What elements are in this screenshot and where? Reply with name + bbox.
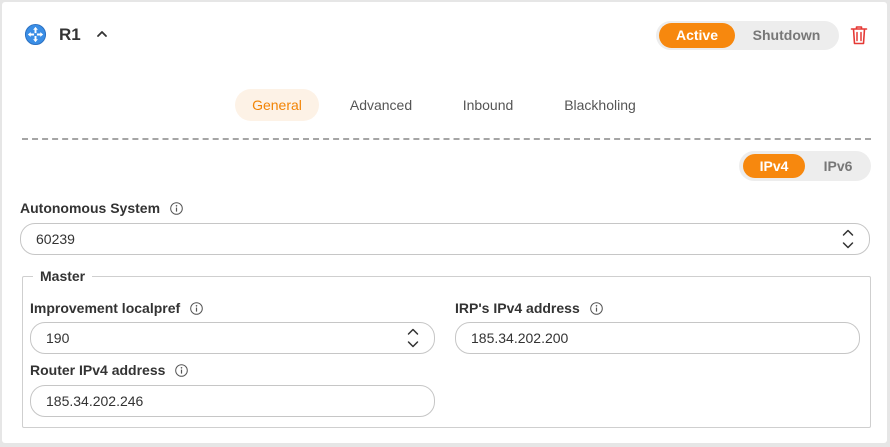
router-ipv4-label: Router IPv4 address bbox=[30, 361, 189, 379]
info-icon[interactable] bbox=[589, 302, 603, 315]
irp-ipv4-label: IRP's IPv4 address bbox=[455, 299, 603, 317]
trash-icon[interactable] bbox=[850, 25, 868, 45]
router-ipv4-field[interactable] bbox=[30, 385, 435, 417]
router-ipv4-input[interactable] bbox=[46, 387, 357, 415]
info-icon[interactable] bbox=[190, 302, 203, 315]
ip-version-toggle: IPv4 IPv6 bbox=[739, 151, 871, 181]
improvement-localpref-label-text: Improvement localpref bbox=[30, 300, 181, 316]
router-card: R1 Active Shutdown General Advanced Inbo… bbox=[2, 2, 887, 443]
stepper-icon[interactable] bbox=[406, 326, 420, 350]
autonomous-system-label-text: Autonomous System bbox=[20, 200, 161, 216]
ipv4-button[interactable]: IPv4 bbox=[743, 154, 805, 178]
status-toggle: Active Shutdown bbox=[656, 21, 839, 50]
info-icon[interactable] bbox=[170, 202, 183, 215]
active-button[interactable]: Active bbox=[659, 23, 735, 48]
irp-ipv4-field[interactable] bbox=[455, 322, 860, 354]
router-ipv4-label-text: Router IPv4 address bbox=[30, 362, 166, 378]
irp-ipv4-input[interactable] bbox=[471, 324, 782, 352]
chevron-up-icon[interactable] bbox=[95, 27, 109, 41]
divider bbox=[22, 138, 871, 140]
tab-blackholing[interactable]: Blackholing bbox=[546, 89, 654, 121]
tab-inbound[interactable]: Inbound bbox=[446, 89, 530, 121]
improvement-localpref-input[interactable] bbox=[46, 324, 357, 352]
info-icon[interactable] bbox=[175, 364, 189, 377]
shutdown-button[interactable]: Shutdown bbox=[738, 23, 835, 48]
improvement-localpref-label: Improvement localpref bbox=[30, 299, 203, 317]
tab-advanced[interactable]: Advanced bbox=[335, 89, 427, 121]
master-legend: Master bbox=[33, 267, 93, 285]
stepper-icon[interactable] bbox=[841, 227, 855, 251]
irp-ipv4-label-text: IRP's IPv4 address bbox=[455, 300, 580, 316]
router-icon bbox=[24, 23, 47, 46]
autonomous-system-field[interactable] bbox=[20, 223, 870, 255]
autonomous-system-label: Autonomous System bbox=[20, 199, 183, 217]
ipv6-button[interactable]: IPv6 bbox=[809, 154, 867, 178]
router-title: R1 bbox=[59, 25, 81, 44]
tab-general[interactable]: General bbox=[235, 89, 319, 121]
improvement-localpref-field[interactable] bbox=[30, 322, 435, 354]
autonomous-system-input[interactable] bbox=[36, 225, 703, 253]
